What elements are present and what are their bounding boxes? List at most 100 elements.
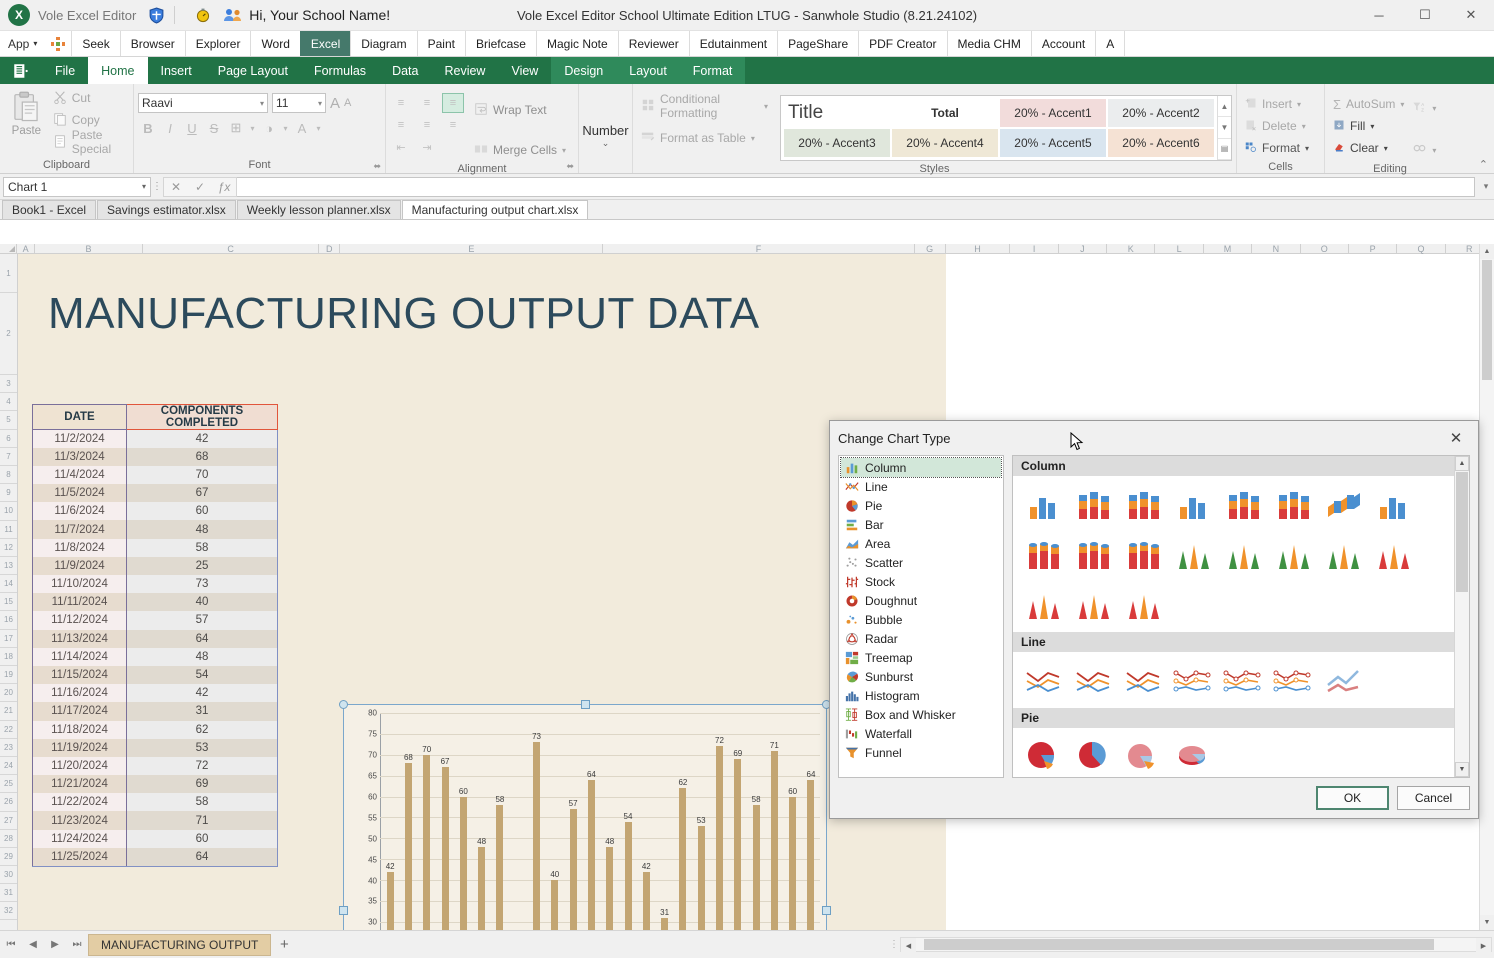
column-header-date[interactable]: DATE (32, 404, 127, 430)
app-tab-media-chm[interactable]: Media CHM (946, 31, 1031, 56)
row-header-30[interactable]: 30 (0, 866, 17, 884)
chevron-down-icon[interactable]: ▾ (1305, 144, 1309, 153)
resize-handle-nw[interactable] (339, 700, 348, 709)
chevron-down-icon[interactable]: ▾ (281, 124, 290, 133)
chart-type-item-bar[interactable]: Bar (841, 515, 1001, 534)
cell-date[interactable]: 11/20/2024 (32, 756, 127, 776)
cell-date[interactable]: 11/5/2024 (32, 484, 127, 503)
close-icon[interactable]: ✕ (1442, 426, 1470, 450)
gallery-thumb-column-17[interactable] (1019, 580, 1067, 628)
column-header-K[interactable]: K (1107, 244, 1156, 254)
stopwatch-icon[interactable] (193, 5, 213, 25)
chevron-down-icon[interactable]: ▾ (751, 134, 755, 143)
chart-bar[interactable]: 48 (605, 837, 614, 930)
gallery-thumb-line-7[interactable] (1319, 656, 1367, 704)
italic-button[interactable]: I (160, 121, 180, 136)
cell-components[interactable]: 40 (126, 593, 278, 612)
table-row[interactable]: 11/8/2024 58 (32, 538, 278, 557)
chart-bar[interactable]: 73 (532, 732, 541, 930)
ok-button[interactable]: OK (1316, 786, 1389, 810)
app-tab-magic-note[interactable]: Magic Note (535, 31, 618, 56)
cell-date[interactable]: 11/3/2024 (32, 447, 127, 466)
table-row[interactable]: 11/15/2024 54 (32, 665, 278, 685)
row-header-16[interactable]: 16 (0, 611, 17, 630)
cell-components[interactable]: 70 (126, 465, 278, 485)
chart-bar[interactable]: 31 (660, 908, 669, 930)
table-row[interactable]: 11/2/2024 42 (32, 429, 278, 448)
row-header-18[interactable]: 18 (0, 648, 17, 666)
conditional-formatting-button[interactable]: Conditional Formatting ▾ (637, 92, 772, 120)
ribbon-tab-review[interactable]: Review (431, 57, 498, 84)
chart-bar[interactable]: 72 (715, 736, 724, 930)
fill-color-icon[interactable]: ◑ (259, 121, 279, 136)
enter-formula-button[interactable]: ✓ (188, 180, 212, 194)
app-tab-pdf-creator[interactable]: PDF Creator (858, 31, 946, 56)
column-header-O[interactable]: O (1300, 244, 1349, 254)
gallery-thumb-pie-3[interactable] (1119, 732, 1167, 777)
horizontal-scroll-track[interactable] (916, 938, 1476, 951)
ribbon-tab-formulas[interactable]: Formulas (301, 57, 379, 84)
row-header-7[interactable]: 7 (0, 448, 17, 466)
gallery-scroll-thumb[interactable] (1456, 472, 1468, 592)
gallery-thumb-pie-4[interactable] (1169, 732, 1217, 777)
cell-style-20-accent1[interactable]: 20% - Accent1 (1000, 99, 1106, 127)
chart-bar-slot[interactable]: 71 (765, 713, 783, 930)
cell-components[interactable]: 48 (126, 647, 278, 666)
cell-components[interactable]: 58 (126, 538, 278, 557)
clear-button[interactable]: Clear ▾ (1329, 137, 1408, 159)
gallery-thumb-column-12[interactable] (1169, 530, 1217, 578)
app-tab-paint[interactable]: Paint (416, 31, 465, 56)
gallery-thumb-column-18[interactable] (1069, 580, 1117, 628)
name-box[interactable]: Chart 1 ▾ (3, 176, 151, 197)
gallery-scroll-track[interactable] (1455, 471, 1469, 762)
chart-bar-slot[interactable]: 25 (509, 713, 527, 930)
row-header-12[interactable]: 12 (0, 539, 17, 557)
chart-bar[interactable]: 40 (550, 870, 559, 930)
row-header-8[interactable]: 8 (0, 466, 17, 485)
column-header-H[interactable]: H (945, 244, 1011, 254)
cell-style-20-accent2[interactable]: 20% - Accent2 (1108, 99, 1214, 127)
grow-font-button[interactable]: A (330, 95, 340, 112)
underline-button[interactable]: U (182, 121, 202, 136)
ribbon-tab-insert[interactable]: Insert (148, 57, 205, 84)
cell-date[interactable]: 11/2/2024 (32, 429, 127, 448)
column-header-components[interactable]: COMPONENTS COMPLETED (126, 404, 278, 430)
cell-date[interactable]: 11/9/2024 (32, 556, 127, 575)
chart-bar[interactable]: 64 (587, 770, 596, 930)
chart-type-item-pie[interactable]: Pie (841, 496, 1001, 515)
cell-date[interactable]: 11/4/2024 (32, 465, 127, 485)
cell-style-20-accent5[interactable]: 20% - Accent5 (1000, 129, 1106, 157)
chart-bar-slot[interactable]: 64 (802, 713, 820, 930)
gallery-thumb-column-11[interactable] (1119, 530, 1167, 578)
align-center-button[interactable]: ≡ (416, 115, 438, 135)
select-all-button[interactable] (0, 244, 18, 254)
scroll-down-icon[interactable]: ▼ (1455, 762, 1469, 777)
app-tab-a[interactable]: A (1095, 31, 1126, 56)
table-row[interactable]: 11/18/2024 62 (32, 720, 278, 739)
column-header-C[interactable]: C (143, 244, 320, 254)
table-row[interactable]: 11/13/2024 64 (32, 629, 278, 648)
autosum-button[interactable]: Σ AutoSum ▾ (1329, 93, 1408, 115)
cell-date[interactable]: 11/12/2024 (32, 611, 127, 630)
status-bar-grip[interactable]: ⋮ (888, 939, 900, 950)
table-row[interactable]: 11/10/2024 73 (32, 575, 278, 594)
chart-bar[interactable]: 42 (386, 862, 395, 930)
app-tab-explorer[interactable]: Explorer (184, 31, 251, 56)
row-header-3[interactable]: 3 (0, 375, 17, 394)
chart-type-item-area[interactable]: Area (841, 534, 1001, 553)
chart-object[interactable]: 05101520253035404550556065707580 4268706… (339, 700, 831, 930)
ribbon-tab-layout[interactable]: Layout (616, 57, 680, 84)
chevron-down-icon[interactable]: ▾ (1432, 146, 1436, 155)
chart-bar-slot[interactable]: 57 (564, 713, 582, 930)
align-middle-button[interactable]: ≡ (416, 93, 438, 113)
cell-date[interactable]: 11/10/2024 (32, 575, 127, 594)
next-sheet-button[interactable]: ▶ (44, 939, 66, 950)
column-header-P[interactable]: P (1348, 244, 1398, 254)
gallery-thumb-column-4[interactable] (1169, 480, 1217, 528)
paste-special-button[interactable]: Paste Special (49, 128, 129, 156)
cell-date[interactable]: 11/25/2024 (32, 847, 127, 867)
align-top-button[interactable]: ≡ (390, 93, 412, 113)
row-header-13[interactable]: 13 (0, 557, 17, 576)
chart-type-item-funnel[interactable]: Funnel (841, 743, 1001, 762)
row-header-11[interactable]: 11 (0, 521, 17, 539)
